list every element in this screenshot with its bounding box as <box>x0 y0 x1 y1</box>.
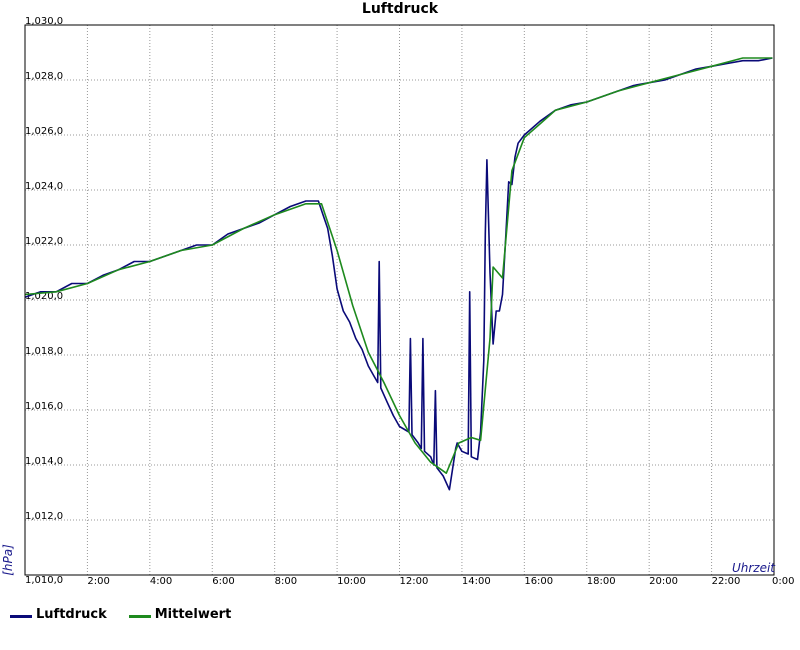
x-tick-label: 8:00 <box>275 576 297 587</box>
x-tick-label: 14:00 <box>462 576 491 587</box>
x-tick-label: 4:00 <box>150 576 172 587</box>
legend-item-mittelwert: Mittelwert <box>128 607 232 622</box>
legend: Luftdruck Mittelwert <box>10 607 231 622</box>
y-tick-label: 1,014,0 <box>25 456 63 467</box>
x-tick-label: 16:00 <box>524 576 553 587</box>
grid <box>25 25 774 575</box>
x-axis-ticks: 2:00 4:00 6:00 8:00 10:00 12:00 14:00 16:00 18:0… <box>87 576 794 587</box>
y-tick-label: 1,012,0 <box>25 511 63 522</box>
y-tick-label: 1,018,0 <box>25 346 63 357</box>
y-tick-label: 1,024,0 <box>25 181 63 192</box>
y-tick-label: 1,026,0 <box>25 126 63 137</box>
x-tick-label: 0:00 <box>772 576 794 587</box>
legend-swatch-mittelwert <box>128 615 151 618</box>
legend-swatch-luftdruck <box>10 615 32 618</box>
legend-label-mittelwert: Mittelwert <box>154 607 232 622</box>
y-tick-label: 1,010,0 <box>25 575 63 586</box>
x-tick-label: 20:00 <box>649 576 678 587</box>
y-axis-label: [hPa] <box>1 544 15 576</box>
y-tick-label: 1,022,0 <box>25 236 63 247</box>
legend-item-luftdruck: Luftdruck <box>10 607 107 622</box>
y-tick-label: 1,016,0 <box>25 401 63 412</box>
series-line-mittelwert <box>24 57 773 475</box>
x-tick-label: 22:00 <box>712 576 741 587</box>
x-axis-label: Uhrzeit <box>732 561 776 575</box>
x-tick-label: 12:00 <box>400 576 429 587</box>
legend-label-luftdruck: Luftdruck <box>36 607 107 622</box>
x-tick-label: 10:00 <box>337 576 366 587</box>
x-tick-label: 2:00 <box>87 576 109 587</box>
series-lines <box>24 57 773 491</box>
y-axis-ticks: 1,010,01,012,01,014,01,016,01,018,01,020… <box>25 16 63 586</box>
chart-title: Luftdruck <box>362 1 439 17</box>
x-tick-label: 6:00 <box>212 576 234 587</box>
line-chart: Luftdruck 1,010,0 1,012,0 1,014,0 1,016,0 1,… <box>1 1 794 587</box>
x-tick-label: 18:00 <box>587 576 616 587</box>
series-line-luftdruck <box>24 57 773 491</box>
y-tick-label: 1,028,0 <box>25 71 63 82</box>
